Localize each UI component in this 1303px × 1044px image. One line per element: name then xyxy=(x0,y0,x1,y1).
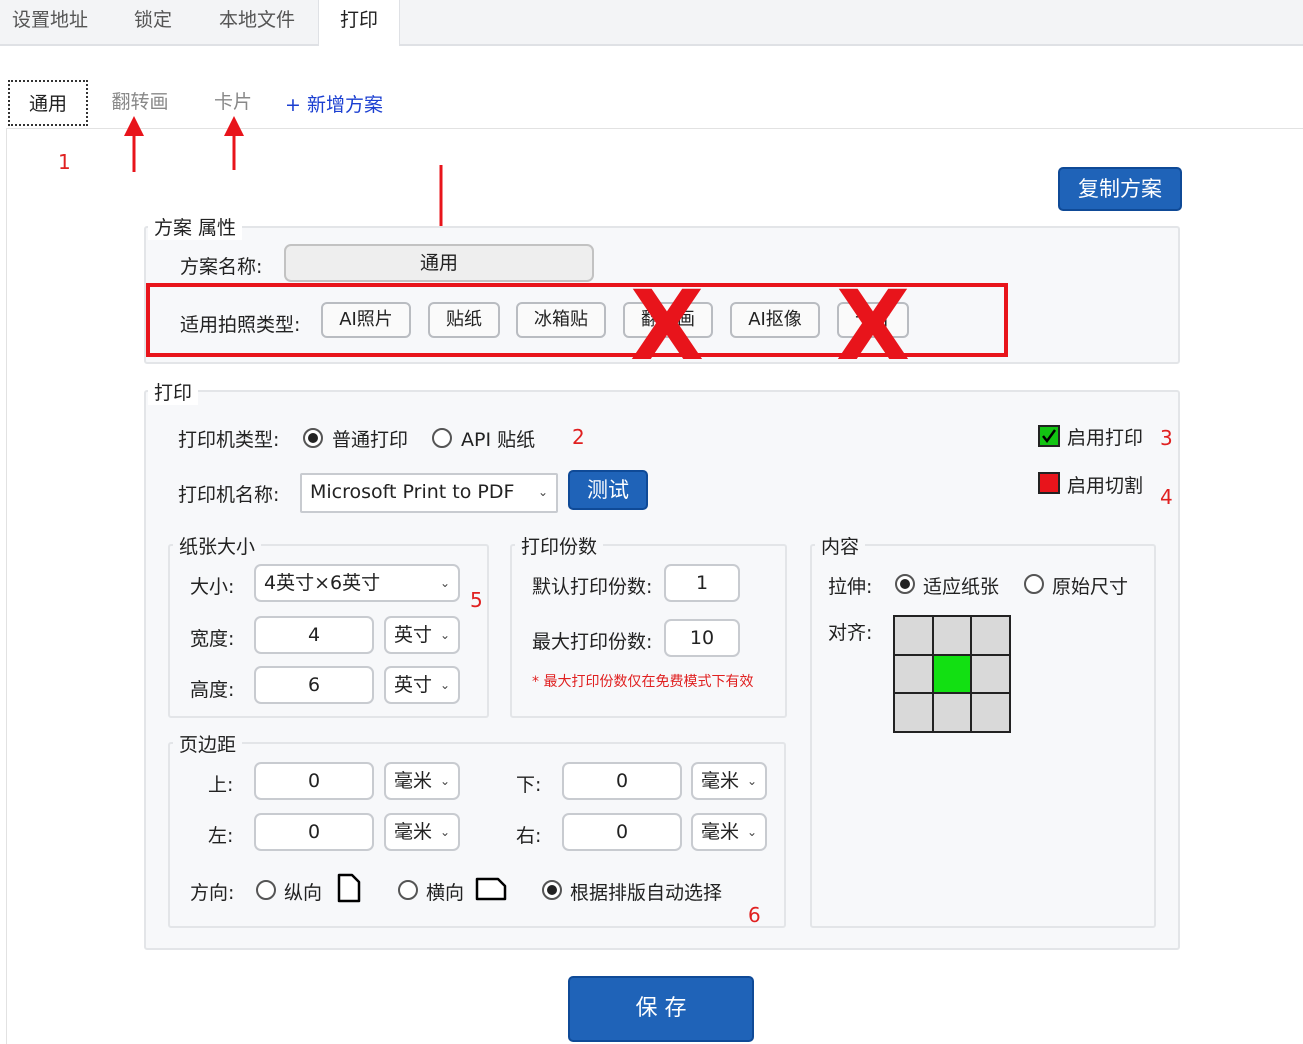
plan-properties-legend: 方案 属性 xyxy=(148,213,243,240)
margin-bottom-label: 下: xyxy=(516,774,542,796)
chevron-down-icon: ⌄ xyxy=(439,628,450,642)
margin-top-unit-select[interactable]: 毫米 ⌄ xyxy=(384,762,460,800)
stretch-fit-radio[interactable] xyxy=(895,574,915,594)
orientation-portrait-label: 纵向 xyxy=(284,882,323,904)
height-unit-value: 英寸 xyxy=(394,674,433,696)
align-cell-middle-left[interactable] xyxy=(895,655,932,693)
stretch-fit-label: 适应纸张 xyxy=(923,576,1000,598)
align-cell-top-left[interactable] xyxy=(895,617,932,654)
margin-right-unit-value: 毫米 xyxy=(701,821,740,843)
orientation-auto-radio[interactable] xyxy=(542,880,562,900)
width-unit-value: 英寸 xyxy=(394,624,433,646)
content-legend: 内容 xyxy=(815,532,866,559)
paper-size-value: 4英寸×6英寸 xyxy=(264,572,381,594)
annotation-cross-icon: X xyxy=(630,270,705,382)
margin-bottom-field[interactable]: 0 xyxy=(562,762,682,800)
printer-type-normal-radio[interactable] xyxy=(303,428,323,448)
save-button[interactable]: 保 存 xyxy=(568,976,754,1042)
width-label: 宽度: xyxy=(190,628,235,650)
margin-top-unit-value: 毫米 xyxy=(394,770,433,792)
chevron-down-icon: ⌄ xyxy=(439,825,450,839)
annotation-1: 1 xyxy=(58,150,71,174)
orientation-auto-label: 根据排版自动选择 xyxy=(570,882,723,904)
printer-name-label: 打印机名称: xyxy=(178,484,280,506)
margin-left-field[interactable]: 0 xyxy=(254,813,374,851)
enable-print-checkbox[interactable] xyxy=(1038,425,1060,447)
print-legend: 打印 xyxy=(148,378,199,405)
enable-cut-label: 启用切割 xyxy=(1067,475,1144,497)
plan-name-field[interactable]: 通用 xyxy=(284,244,594,282)
paper-size-select[interactable]: 4英寸×6英寸 ⌄ xyxy=(254,564,460,602)
landscape-page-icon xyxy=(475,877,507,901)
margin-right-field[interactable]: 0 xyxy=(562,813,682,851)
orientation-landscape-label: 横向 xyxy=(426,882,465,904)
paper-size-legend: 纸张大小 xyxy=(173,532,262,559)
copies-legend: 打印份数 xyxy=(515,532,604,559)
width-field[interactable]: 4 xyxy=(254,616,374,654)
printer-type-api-radio[interactable] xyxy=(432,428,452,448)
printer-name-value: Microsoft Print to PDF xyxy=(310,481,515,503)
size-label: 大小: xyxy=(190,576,235,598)
margin-right-label: 右: xyxy=(516,825,542,847)
align-label: 对齐: xyxy=(828,622,873,644)
height-field[interactable]: 6 xyxy=(254,666,374,704)
annotation-5: 5 xyxy=(470,588,483,612)
printer-type-api-label: API 贴纸 xyxy=(461,429,536,451)
annotation-4: 4 xyxy=(1160,485,1173,509)
height-unit-select[interactable]: 英寸 ⌄ xyxy=(384,666,460,704)
printer-type-normal-label: 普通打印 xyxy=(332,429,409,451)
align-cell-middle-right[interactable] xyxy=(972,655,1009,693)
chevron-down-icon: ⌄ xyxy=(439,774,450,788)
margin-left-unit-select[interactable]: 毫米 ⌄ xyxy=(384,813,460,851)
margin-left-unit-value: 毫米 xyxy=(394,821,433,843)
max-copies-note: * 最大打印份数仅在免费模式下有效 xyxy=(532,674,754,690)
orientation-label: 方向: xyxy=(190,882,235,904)
printer-name-select[interactable]: Microsoft Print to PDF ⌄ xyxy=(300,473,558,513)
content-group xyxy=(810,544,1156,928)
margins-legend: 页边距 xyxy=(173,730,243,757)
printer-type-label: 打印机类型: xyxy=(178,429,280,451)
annotation-3: 3 xyxy=(1160,426,1173,450)
margin-left-label: 左: xyxy=(208,825,234,847)
margin-top-field[interactable]: 0 xyxy=(254,762,374,800)
max-copies-field[interactable]: 10 xyxy=(664,619,740,657)
check-icon xyxy=(1042,429,1057,444)
copy-plan-button[interactable]: 复制方案 xyxy=(1058,167,1182,211)
default-copies-label: 默认打印份数: xyxy=(532,576,653,598)
width-unit-select[interactable]: 英寸 ⌄ xyxy=(384,616,460,654)
orientation-portrait-radio[interactable] xyxy=(256,880,276,900)
align-cell-top-right[interactable] xyxy=(972,617,1009,654)
chevron-down-icon: ⌄ xyxy=(537,485,548,499)
chevron-down-icon: ⌄ xyxy=(746,774,757,788)
default-copies-field[interactable]: 1 xyxy=(664,564,740,602)
plan-name-label: 方案名称: xyxy=(180,256,263,278)
stretch-original-radio[interactable] xyxy=(1024,574,1044,594)
annotation-2: 2 xyxy=(572,425,585,449)
chevron-down-icon: ⌄ xyxy=(439,678,450,692)
chevron-down-icon: ⌄ xyxy=(439,576,450,590)
margin-right-unit-select[interactable]: 毫米 ⌄ xyxy=(691,813,767,851)
portrait-page-icon xyxy=(337,873,361,903)
align-cell-bottom-left[interactable] xyxy=(895,694,932,731)
margin-top-label: 上: xyxy=(208,774,234,796)
enable-print-label: 启用打印 xyxy=(1067,427,1144,449)
max-copies-label: 最大打印份数: xyxy=(532,631,653,653)
margin-bottom-unit-value: 毫米 xyxy=(701,770,740,792)
enable-cut-checkbox[interactable] xyxy=(1038,472,1060,494)
annotation-6: 6 xyxy=(748,903,761,927)
stretch-original-label: 原始尺寸 xyxy=(1052,576,1129,598)
margin-bottom-unit-select[interactable]: 毫米 ⌄ xyxy=(691,762,767,800)
align-cell-top-center[interactable] xyxy=(933,617,971,654)
align-cell-bottom-right[interactable] xyxy=(972,694,1009,731)
align-grid xyxy=(893,615,1011,733)
align-cell-center[interactable] xyxy=(933,655,971,693)
annotation-cross-icon: X xyxy=(836,270,911,382)
test-button[interactable]: 测试 xyxy=(568,470,648,510)
chevron-down-icon: ⌄ xyxy=(746,825,757,839)
orientation-landscape-radio[interactable] xyxy=(398,880,418,900)
height-label: 高度: xyxy=(190,679,235,701)
stretch-label: 拉伸: xyxy=(828,576,873,598)
align-cell-bottom-center[interactable] xyxy=(933,694,971,731)
